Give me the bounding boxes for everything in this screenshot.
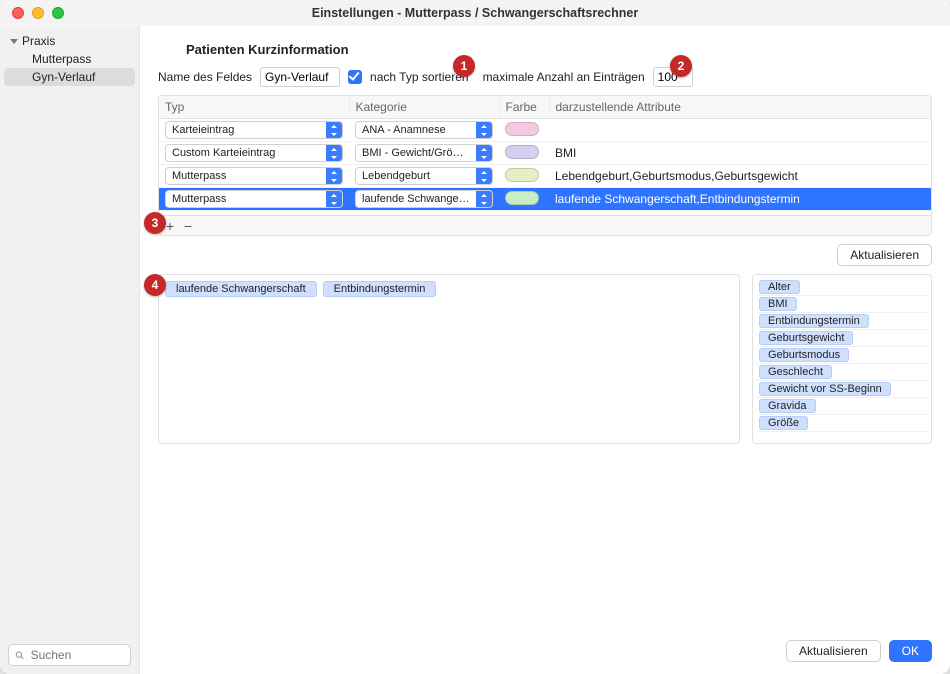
attribute-tag: Gravida	[759, 399, 816, 413]
col-typ[interactable]: Typ	[159, 96, 349, 119]
dialog-button-bar: Aktualisieren OK	[158, 622, 932, 662]
color-swatch[interactable]	[505, 191, 539, 205]
sidebar-item-gyn-verlauf[interactable]: Gyn-Verlauf	[4, 68, 135, 86]
main-content: Patienten Kurzinformation Name des Felde…	[140, 26, 950, 674]
sidebar-root-praxis[interactable]: Praxis	[0, 32, 139, 50]
typ-select[interactable]: Custom Karteieintrag	[165, 144, 343, 162]
close-window-icon[interactable]	[12, 7, 24, 19]
col-farbe[interactable]: Farbe	[499, 96, 549, 119]
available-attribute-row[interactable]: Geburtsmodus	[757, 347, 927, 364]
typ-select[interactable]: Mutterpass	[165, 167, 343, 185]
table-row[interactable]: Karteieintrag ANA - Anamnese	[159, 119, 931, 142]
sidebar-item-label: Mutterpass	[32, 52, 91, 66]
search-icon	[15, 650, 25, 661]
attributes-table: Typ Kategorie Farbe darzustellende Attri…	[158, 95, 932, 236]
callout-2: 2	[670, 55, 692, 77]
window-controls	[0, 7, 64, 19]
attribute-tag: Alter	[759, 280, 800, 294]
available-attribute-row[interactable]: Entbindungstermin	[757, 313, 927, 330]
minimize-window-icon[interactable]	[32, 7, 44, 19]
attribute-tag: Geschlecht	[759, 365, 832, 379]
available-attribute-row[interactable]: Geburtsgewicht	[757, 330, 927, 347]
settings-window: Einstellungen - Mutterpass / Schwangersc…	[0, 0, 950, 674]
zoom-window-icon[interactable]	[52, 7, 64, 19]
kategorie-select[interactable]: BMI - Gewicht/Größe/...	[355, 144, 493, 162]
ok-button[interactable]: OK	[889, 640, 932, 662]
refresh-table-button[interactable]: Aktualisieren	[837, 244, 932, 266]
field-row: Name des Feldes nach Typ sortieren maxim…	[158, 67, 932, 87]
available-attribute-row[interactable]: BMI	[757, 296, 927, 313]
attr-cell: Lebendgeburt,Geburtsmodus,Geburtsgewicht	[549, 165, 931, 188]
available-attribute-row[interactable]: Geschlecht	[757, 364, 927, 381]
available-attributes-pane[interactable]: Alter BMI Entbindungstermin Geburtsgewicht G…	[752, 274, 932, 444]
attr-cell: BMI	[549, 142, 931, 165]
field-name-input[interactable]	[260, 67, 340, 87]
callout-1: 1	[453, 55, 475, 77]
available-attribute-row[interactable]: Gewicht vor SS-Beginn	[757, 381, 927, 398]
attribute-panes: laufende Schwangerschaft Entbindungstermi…	[158, 274, 932, 444]
attribute-tag: Größe	[759, 416, 808, 430]
kategorie-select[interactable]: laufende Schwangers...	[355, 190, 493, 208]
sidebar-root-label: Praxis	[22, 34, 55, 48]
typ-select[interactable]: Mutterpass	[165, 190, 343, 208]
attr-cell: laufende Schwangerschaft,Entbindungsterm…	[549, 188, 931, 211]
available-attribute-row[interactable]: Größe	[757, 415, 927, 432]
attribute-tag: Geburtsmodus	[759, 348, 849, 362]
color-swatch[interactable]	[505, 168, 539, 182]
search-input[interactable]	[29, 647, 124, 663]
sort-by-type-checkbox[interactable]	[348, 70, 362, 84]
sort-by-type-label: nach Typ sortieren	[370, 70, 469, 84]
color-swatch[interactable]	[505, 122, 539, 136]
remove-row-button[interactable]: −	[179, 218, 197, 234]
available-attribute-row[interactable]: Alter	[757, 279, 927, 296]
attr-cell	[549, 119, 931, 142]
field-name-label: Name des Feldes	[158, 70, 252, 84]
available-attribute-row[interactable]: Gravida	[757, 398, 927, 415]
kategorie-select[interactable]: Lebendgeburt	[355, 167, 493, 185]
sidebar-item-mutterpass[interactable]: Mutterpass	[4, 50, 135, 68]
attribute-tag: Entbindungstermin	[759, 314, 869, 328]
attribute-tag: Geburtsgewicht	[759, 331, 853, 345]
kategorie-select[interactable]: ANA - Anamnese	[355, 121, 493, 139]
section-title: Patienten Kurzinformation	[186, 42, 932, 57]
callout-3: 3	[144, 212, 166, 234]
titlebar: Einstellungen - Mutterpass / Schwangersc…	[0, 0, 950, 26]
selected-attributes-pane[interactable]: laufende Schwangerschaft Entbindungstermi…	[158, 274, 740, 444]
callout-4: 4	[144, 274, 166, 296]
attribute-tag: Gewicht vor SS-Beginn	[759, 382, 891, 396]
selected-attribute-token[interactable]: Entbindungstermin	[323, 281, 437, 297]
typ-select[interactable]: Karteieintrag	[165, 121, 343, 139]
sidebar-search[interactable]	[8, 644, 131, 666]
sidebar-tree: Praxis Mutterpass Gyn-Verlauf	[0, 26, 139, 636]
sidebar-item-label: Gyn-Verlauf	[32, 70, 95, 84]
max-entries-label: maximale Anzahl an Einträgen	[483, 70, 645, 84]
window-title: Einstellungen - Mutterpass / Schwangersc…	[0, 6, 950, 20]
table-row[interactable]: Mutterpass laufende Schwangers... laufende…	[159, 188, 931, 211]
chevron-down-icon	[10, 39, 18, 44]
attribute-tag: BMI	[759, 297, 797, 311]
refresh-button[interactable]: Aktualisieren	[786, 640, 881, 662]
table-row[interactable]: Custom Karteieintrag BMI - Gewicht/Größe/…	[159, 142, 931, 165]
col-attribute[interactable]: darzustellende Attribute	[549, 96, 931, 119]
color-swatch[interactable]	[505, 145, 539, 159]
sidebar: Praxis Mutterpass Gyn-Verlauf	[0, 26, 140, 674]
table-row[interactable]: Mutterpass Lebendgeburt Lebendgeburt,Gebur…	[159, 165, 931, 188]
col-kategorie[interactable]: Kategorie	[349, 96, 499, 119]
selected-attribute-token[interactable]: laufende Schwangerschaft	[165, 281, 317, 297]
